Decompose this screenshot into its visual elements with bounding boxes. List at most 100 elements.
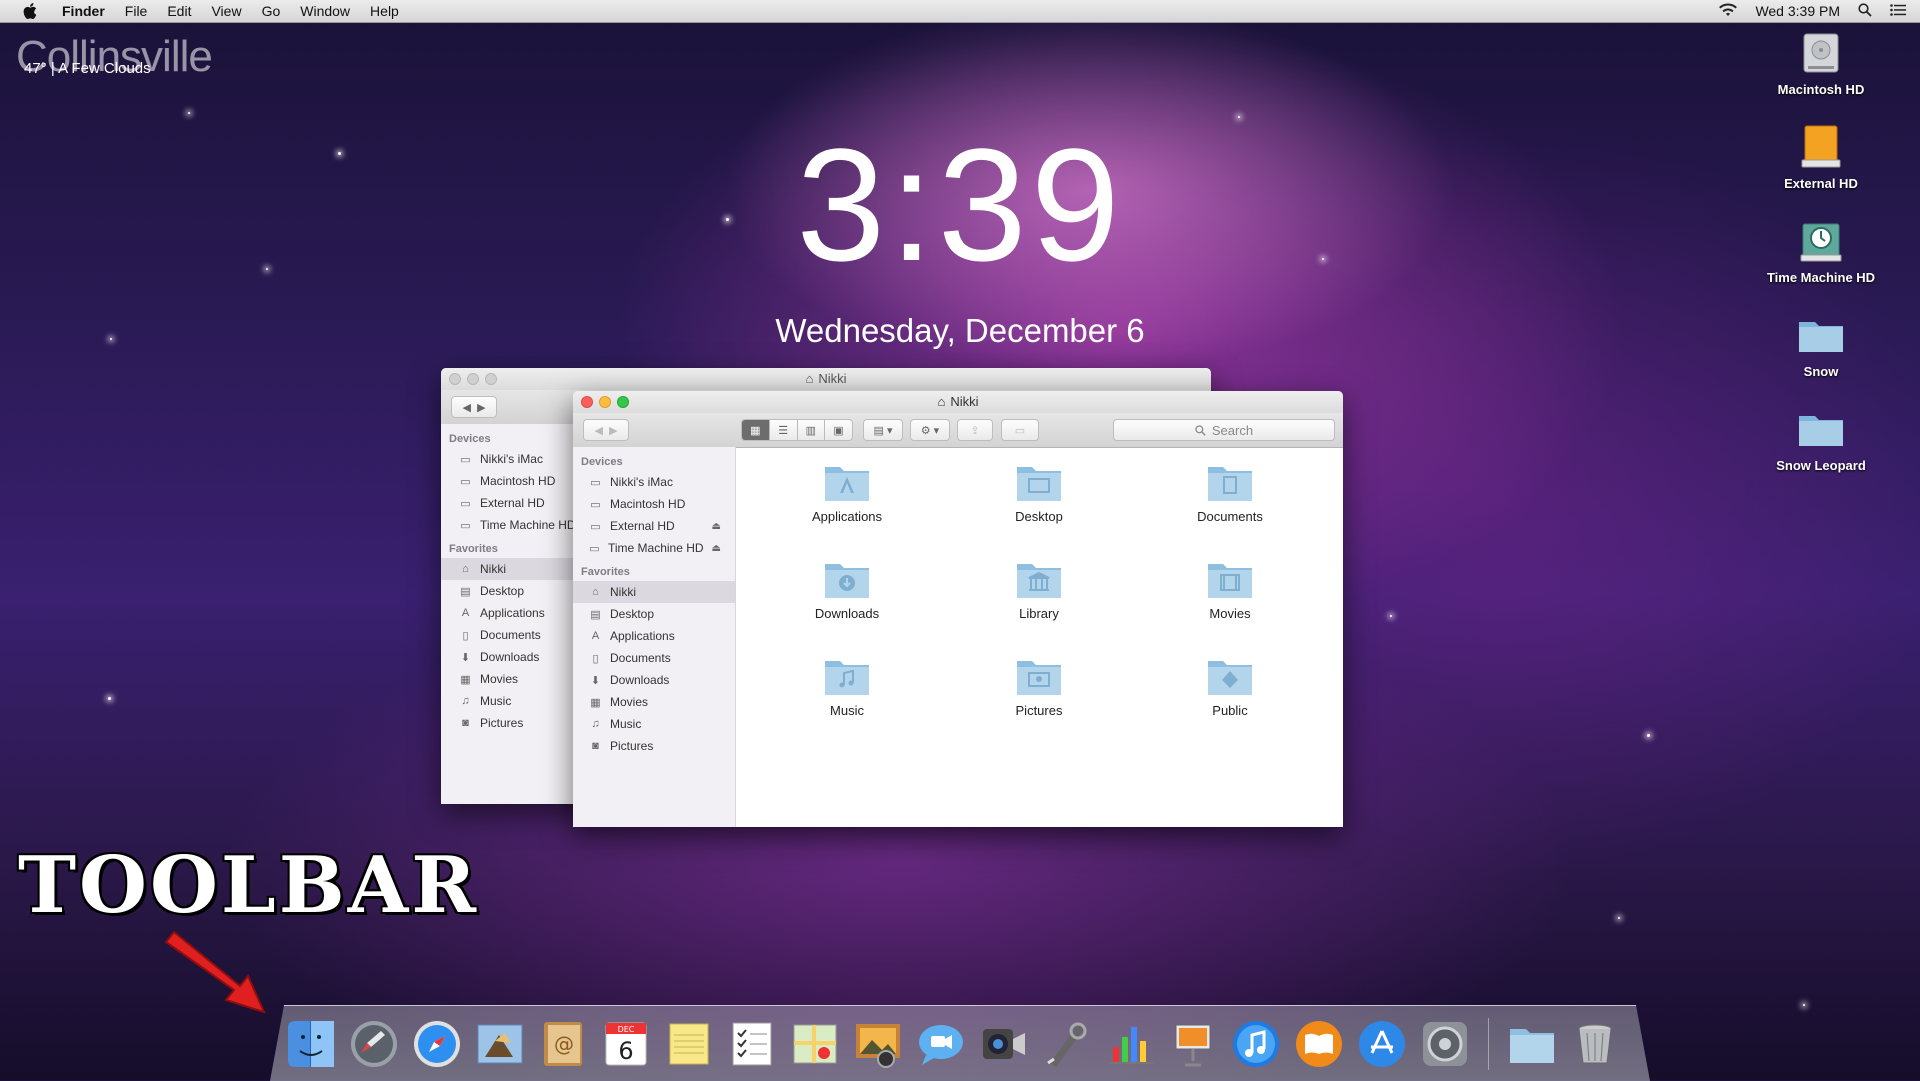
desktop-icon-external-hd[interactable]: External HD xyxy=(1756,122,1886,191)
sidebar-item-device[interactable]: ▭ Time Machine HD xyxy=(441,514,576,536)
wifi-icon[interactable] xyxy=(1719,2,1738,20)
arrange-button[interactable]: ▤ ▾ xyxy=(863,419,903,441)
sidebar-item-favorite[interactable]: ♫ Music xyxy=(573,713,735,735)
app-store-icon[interactable] xyxy=(1356,1018,1408,1070)
tags-button[interactable]: ▭ xyxy=(1001,419,1039,441)
minimize-button[interactable] xyxy=(599,396,611,408)
sidebar-item-favorite[interactable]: ⬇ Downloads xyxy=(573,669,735,691)
notification-center-icon[interactable] xyxy=(1890,3,1906,19)
window-titlebar[interactable]: ⌂ Nikki xyxy=(573,391,1343,413)
launchpad-icon[interactable] xyxy=(348,1018,400,1070)
folder-icon[interactable] xyxy=(1506,1018,1558,1070)
sidebar-item-favorite[interactable]: ▦ Movies xyxy=(441,668,576,690)
safari-icon[interactable] xyxy=(411,1018,463,1070)
finder-window-front[interactable]: ⌂ Nikki ◀ ▶ ▦ ☰ ▥ ▣ ▤ ▾ ⚙ ▾ ⇪ ▭ Search De… xyxy=(573,391,1343,827)
menu-edit[interactable]: Edit xyxy=(157,0,201,22)
ibooks-icon[interactable] xyxy=(1293,1018,1345,1070)
sidebar-item-device[interactable]: ▭ Macintosh HD xyxy=(441,470,576,492)
minimize-button[interactable] xyxy=(467,373,479,385)
column-view-icon[interactable]: ▥ xyxy=(796,420,825,440)
forward-arrow-icon[interactable]: ▶ xyxy=(477,401,485,414)
folder-item[interactable]: Public xyxy=(1165,657,1295,718)
back-forward-control[interactable]: ◀ ▶ xyxy=(583,419,629,441)
window-titlebar[interactable]: ⌂ Nikki xyxy=(441,368,1211,390)
sidebar-item-favorite[interactable]: ⌂ Nikki xyxy=(441,558,576,580)
desktop-icon-time-machine-hd[interactable]: Time Machine HD xyxy=(1756,216,1886,285)
sidebar-item-favorite[interactable]: ▤ Desktop xyxy=(573,603,735,625)
menu-clock[interactable]: Wed 3:39 PM xyxy=(1755,3,1840,19)
menu-window[interactable]: Window xyxy=(290,0,360,22)
keynote-icon[interactable] xyxy=(1167,1018,1219,1070)
menu-help[interactable]: Help xyxy=(360,0,409,22)
system-preferences-icon[interactable] xyxy=(1419,1018,1471,1070)
close-button[interactable] xyxy=(581,396,593,408)
sidebar-item-favorite[interactable]: ▯ Documents xyxy=(441,624,576,646)
desktop-icon-snow[interactable]: Snow xyxy=(1756,310,1886,379)
folder-item[interactable]: Movies xyxy=(1165,560,1295,621)
sidebar-item-favorite[interactable]: ⬇ Downloads xyxy=(441,646,576,668)
action-button[interactable]: ⚙ ▾ xyxy=(910,419,950,441)
facetime-icon[interactable] xyxy=(978,1018,1030,1070)
cover-flow-icon[interactable]: ▣ xyxy=(824,420,852,440)
calendar-icon[interactable]: DEC 6 xyxy=(600,1018,652,1070)
icon-view-icon[interactable]: ▦ xyxy=(742,420,769,440)
menu-app-name[interactable]: Finder xyxy=(52,0,115,22)
contacts-icon[interactable]: @ xyxy=(537,1018,589,1070)
finder-icon[interactable] xyxy=(285,1018,337,1070)
sidebar-item-favorite[interactable]: ◙ Pictures xyxy=(441,712,576,734)
home-icon: ⌂ xyxy=(592,586,599,598)
messages-icon[interactable] xyxy=(915,1018,967,1070)
reminders-icon[interactable] xyxy=(726,1018,778,1070)
sidebar-item-device[interactable]: ▭ Nikki's iMac xyxy=(573,471,735,493)
menu-file[interactable]: File xyxy=(115,0,158,22)
list-view-icon[interactable]: ☰ xyxy=(768,420,797,440)
sidebar-item-favorite[interactable]: ▯ Documents xyxy=(573,647,735,669)
desktop-icon-snow-leopard[interactable]: Snow Leopard xyxy=(1756,404,1886,473)
folder-item[interactable]: Library xyxy=(974,560,1104,621)
sidebar-item-favorite[interactable]: ▦ Movies xyxy=(573,691,735,713)
apple-menu-icon[interactable] xyxy=(20,3,40,19)
sidebar-item-favorite[interactable]: A Applications xyxy=(441,602,576,624)
folder-item[interactable]: Documents xyxy=(1165,463,1295,524)
folder-item[interactable]: Desktop xyxy=(974,463,1104,524)
back-arrow-icon[interactable]: ◀ xyxy=(594,424,602,437)
maps-icon[interactable] xyxy=(789,1018,841,1070)
folder-item[interactable]: Applications xyxy=(782,463,912,524)
mail-icon[interactable] xyxy=(474,1018,526,1070)
close-button[interactable] xyxy=(449,373,461,385)
sidebar-item-device[interactable]: ▭ External HD xyxy=(441,492,576,514)
menu-go[interactable]: Go xyxy=(252,0,291,22)
back-forward-control[interactable]: ◀ ▶ xyxy=(451,396,497,418)
back-arrow-icon[interactable]: ◀ xyxy=(462,401,470,414)
zoom-button[interactable] xyxy=(617,396,629,408)
zoom-button[interactable] xyxy=(485,373,497,385)
spotlight-icon[interactable] xyxy=(1858,2,1872,20)
sidebar-item-device[interactable]: ▭ Nikki's iMac xyxy=(441,448,576,470)
eject-icon[interactable]: ⏏ xyxy=(712,543,721,554)
search-field[interactable]: Search xyxy=(1113,419,1335,441)
sidebar-item-favorite[interactable]: ♫ Music xyxy=(441,690,576,712)
sidebar-item-favorite[interactable]: ▤ Desktop xyxy=(441,580,576,602)
sidebar-item-favorite[interactable]: A Applications xyxy=(573,625,735,647)
preview-icon[interactable] xyxy=(1041,1018,1093,1070)
itunes-icon[interactable] xyxy=(1230,1018,1282,1070)
menu-view[interactable]: View xyxy=(201,0,251,22)
sidebar-item-label: Movies xyxy=(480,672,519,686)
notes-icon[interactable] xyxy=(663,1018,715,1070)
share-button[interactable]: ⇪ xyxy=(957,419,993,441)
trash-icon[interactable] xyxy=(1569,1018,1621,1070)
sidebar-item-device[interactable]: ▭ Time Machine HD ⏏ xyxy=(573,537,735,559)
forward-arrow-icon[interactable]: ▶ xyxy=(609,424,617,437)
photo-booth-icon[interactable] xyxy=(852,1018,904,1070)
folder-item[interactable]: Music xyxy=(782,657,912,718)
desktop-icon-macintosh-hd[interactable]: Macintosh HD xyxy=(1756,28,1886,97)
numbers-icon[interactable] xyxy=(1104,1018,1156,1070)
sidebar-item-favorite[interactable]: ◙ Pictures xyxy=(573,735,735,757)
folder-item[interactable]: Downloads xyxy=(782,560,912,621)
folder-item[interactable]: Pictures xyxy=(974,657,1104,718)
sidebar-item-device[interactable]: ▭ Macintosh HD xyxy=(573,493,735,515)
star xyxy=(1390,615,1392,617)
eject-icon[interactable]: ⏏ xyxy=(712,521,721,532)
sidebar-item-favorite[interactable]: ⌂ Nikki xyxy=(573,581,735,603)
sidebar-item-device[interactable]: ▭ External HD ⏏ xyxy=(573,515,735,537)
